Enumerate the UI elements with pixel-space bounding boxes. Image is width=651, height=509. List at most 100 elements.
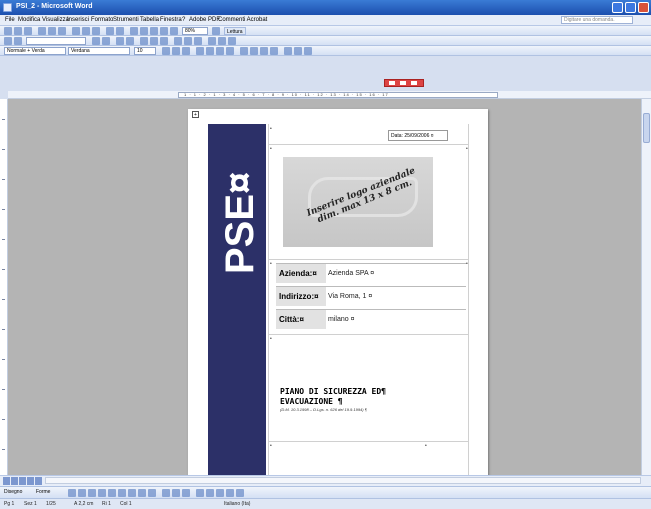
zoom-select[interactable]: 80% xyxy=(182,27,208,35)
split-cells-icon[interactable] xyxy=(160,37,168,45)
bullets-icon[interactable] xyxy=(250,47,258,55)
menu-help[interactable]: ? xyxy=(182,17,185,23)
date-cell[interactable]: Data: 25/09/2006 ¤ xyxy=(388,130,448,141)
vertical-ruler[interactable] xyxy=(0,99,8,475)
menu-adobe-pdf[interactable]: Adobe PDF xyxy=(189,17,220,23)
spelling-icon[interactable] xyxy=(58,27,66,35)
line-weight-icon[interactable] xyxy=(92,37,100,45)
numbering-icon[interactable] xyxy=(240,47,248,55)
border-color-icon[interactable] xyxy=(102,37,110,45)
bold-icon[interactable] xyxy=(162,47,170,55)
autosum-icon[interactable] xyxy=(228,37,236,45)
textbox-icon[interactable] xyxy=(108,489,116,497)
arrow-style-icon[interactable] xyxy=(216,489,224,497)
reading-view-icon[interactable] xyxy=(35,477,42,485)
document-page[interactable]: + PSE¤ • • • • • • • • Data: 25/09/2006 … xyxy=(188,109,488,475)
minimize-button[interactable] xyxy=(612,2,623,13)
print-preview-icon[interactable] xyxy=(48,27,56,35)
arrow-icon[interactable] xyxy=(78,489,86,497)
menu-commenti-acrobat[interactable]: Commenti Acrobat xyxy=(218,17,267,23)
clipart-icon[interactable] xyxy=(138,489,146,497)
line-style-icon[interactable] xyxy=(196,489,204,497)
info-value[interactable]: Via Roma, 1 ¤ xyxy=(328,287,372,306)
open-icon[interactable] xyxy=(14,27,22,35)
read-button[interactable]: Lettura xyxy=(224,27,246,35)
document-subtitle[interactable]: (D.M. 10.3.1998 – D.Lgs. n. 626 del 19.9… xyxy=(280,407,367,412)
shading-icon[interactable] xyxy=(126,37,134,45)
columns-icon[interactable] xyxy=(150,27,158,35)
borders-icon[interactable] xyxy=(116,37,124,45)
new-document-icon[interactable] xyxy=(4,27,12,35)
justify-icon[interactable] xyxy=(226,47,234,55)
wordart-icon[interactable] xyxy=(118,489,126,497)
document-title[interactable]: PIANO DI SICUREZZA ED¶ EVACUAZIONE ¶ xyxy=(280,387,470,407)
vertical-scrollbar[interactable] xyxy=(641,99,651,475)
align-center-icon[interactable] xyxy=(206,47,214,55)
table-icon[interactable] xyxy=(140,27,148,35)
diagram-icon[interactable] xyxy=(128,489,136,497)
line-style-select[interactable] xyxy=(26,37,86,45)
autoformat-icon[interactable] xyxy=(208,37,216,45)
insert-table-icon[interactable] xyxy=(140,37,148,45)
picture-icon[interactable] xyxy=(148,489,156,497)
sort-icon[interactable] xyxy=(218,37,226,45)
maximize-button[interactable] xyxy=(625,2,636,13)
web-view-icon[interactable] xyxy=(11,477,18,485)
rectangle-icon[interactable] xyxy=(88,489,96,497)
menu-inserisci[interactable]: Inserisci xyxy=(67,17,89,23)
hyperlink-icon[interactable] xyxy=(130,27,138,35)
table-move-handle[interactable]: + xyxy=(192,111,199,118)
highlight-icon[interactable] xyxy=(294,47,302,55)
underline-icon[interactable] xyxy=(182,47,190,55)
oval-icon[interactable] xyxy=(98,489,106,497)
cut-icon[interactable] xyxy=(72,27,80,35)
info-value[interactable]: milano ¤ xyxy=(328,310,354,329)
menu-modifica[interactable]: Modifica xyxy=(18,17,40,23)
info-row-azienda[interactable]: Azienda:¤ Azienda SPA ¤ xyxy=(276,263,466,283)
3d-icon[interactable] xyxy=(236,489,244,497)
font-size-select[interactable]: 10 xyxy=(134,47,156,55)
distribute-columns-icon[interactable] xyxy=(194,37,202,45)
normal-view-icon[interactable] xyxy=(3,477,10,485)
info-value[interactable]: Azienda SPA ¤ xyxy=(328,264,374,283)
line-color-icon[interactable] xyxy=(172,489,180,497)
decrease-indent-icon[interactable] xyxy=(260,47,268,55)
menu-finestra[interactable]: Finestra xyxy=(160,17,182,23)
scroll-thumb[interactable] xyxy=(643,113,650,143)
print-layout-icon[interactable] xyxy=(19,477,26,485)
align-right-icon[interactable] xyxy=(216,47,224,55)
italic-icon[interactable] xyxy=(172,47,180,55)
horizontal-ruler[interactable]: 1 · 1 · 2 · 1 · 3 · 4 · 5 · 6 · 7 · 8 · … xyxy=(8,91,651,99)
menu-visualizza[interactable]: Visualizza xyxy=(42,17,69,23)
outside-border-icon[interactable] xyxy=(284,47,292,55)
outline-view-icon[interactable] xyxy=(27,477,34,485)
autoshapes-menu[interactable]: Forme xyxy=(36,489,50,495)
line-icon[interactable] xyxy=(68,489,76,497)
style-select[interactable]: Normale + Verda xyxy=(4,47,66,55)
merge-cells-icon[interactable] xyxy=(150,37,158,45)
info-row-indirizzo[interactable]: Indirizzo:¤ Via Roma, 1 ¤ xyxy=(276,286,466,306)
print-icon[interactable] xyxy=(38,27,46,35)
distribute-rows-icon[interactable] xyxy=(184,37,192,45)
draw-table-icon[interactable] xyxy=(4,37,12,45)
close-button[interactable] xyxy=(638,2,649,13)
info-row-citta[interactable]: Città:¤ milano ¤ xyxy=(276,309,466,329)
shadow-icon[interactable] xyxy=(226,489,234,497)
help-search-input[interactable]: Digitare una domanda. xyxy=(561,16,633,24)
align-icon[interactable] xyxy=(174,37,182,45)
increase-indent-icon[interactable] xyxy=(270,47,278,55)
floating-toolbar[interactable] xyxy=(384,79,424,87)
menu-file[interactable]: File xyxy=(5,17,15,23)
font-color-icon[interactable] xyxy=(304,47,312,55)
menu-formato[interactable]: Formato xyxy=(91,17,113,23)
show-hide-icon[interactable] xyxy=(170,27,178,35)
eraser-icon[interactable] xyxy=(14,37,22,45)
align-left-icon[interactable] xyxy=(196,47,204,55)
help-icon[interactable] xyxy=(212,27,220,35)
drawing-icon[interactable] xyxy=(160,27,168,35)
paste-icon[interactable] xyxy=(92,27,100,35)
dash-style-icon[interactable] xyxy=(206,489,214,497)
save-icon[interactable] xyxy=(24,27,32,35)
text-color-icon[interactable] xyxy=(182,489,190,497)
undo-icon[interactable] xyxy=(106,27,114,35)
